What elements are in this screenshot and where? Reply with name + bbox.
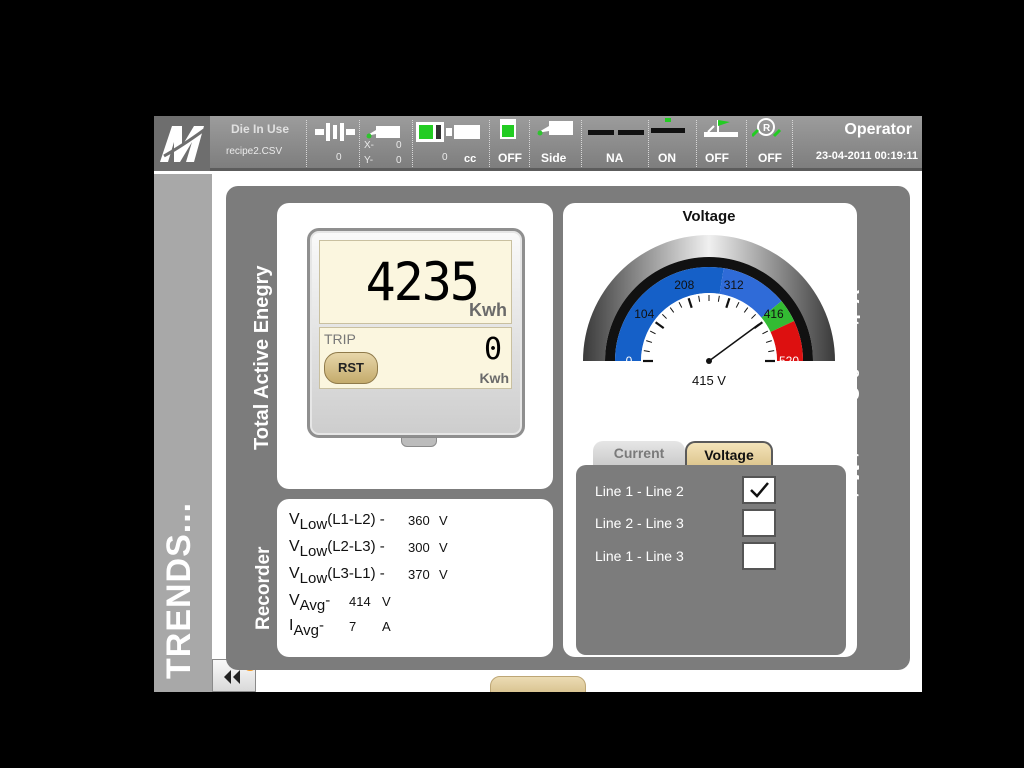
energy-unit: Kwh bbox=[469, 300, 507, 320]
voltage-gauge: 0 104 208 312 416 520 bbox=[583, 235, 835, 368]
hmi-screen: Die In Use recipe2.CSV 0 X- Y- 0 0 0 cc … bbox=[154, 116, 922, 692]
recorder-param: - bbox=[325, 592, 331, 609]
gauge-tick-label: 104 bbox=[634, 307, 654, 321]
energy-display: 4235 Kwh bbox=[319, 240, 512, 324]
user-role[interactable]: Operator bbox=[844, 121, 912, 139]
recorder-subscript: Low bbox=[299, 570, 328, 587]
recipe-file-name[interactable]: recipe2.CSV bbox=[226, 146, 282, 157]
recorder-value: 370 bbox=[408, 567, 430, 582]
recorder-row: VLow(L2-L3) - bbox=[289, 538, 385, 560]
lines-panel: Line 1 - Line 2 Line 2 - Line 3 Line 1 -… bbox=[576, 465, 846, 655]
heater-icon bbox=[651, 118, 685, 141]
recorder-symbol: V bbox=[289, 565, 300, 582]
recorder-param: (L3-L1) - bbox=[327, 565, 385, 582]
recorder-subscript: Avg bbox=[299, 597, 326, 614]
energy-section-label: Total Active Enegry bbox=[251, 265, 273, 451]
robot-icon: R bbox=[750, 118, 782, 143]
checkmark-icon bbox=[750, 482, 769, 498]
gauge-readout: 415 V bbox=[692, 373, 726, 388]
mold-status: NA bbox=[606, 151, 624, 165]
gauge-title: Voltage bbox=[682, 208, 736, 225]
recorder-symbol: V bbox=[289, 511, 300, 528]
feed-mode-status: Side bbox=[541, 151, 567, 165]
cc-unit: cc bbox=[464, 153, 477, 165]
recorder-subscript: Low bbox=[299, 516, 328, 533]
energy-value: 4235 bbox=[365, 251, 480, 313]
recorder-value: 7 bbox=[349, 619, 357, 634]
line-1-2-label: Line 1 - Line 2 bbox=[595, 483, 684, 499]
door-icon bbox=[500, 119, 516, 144]
recorder-unit: V bbox=[439, 567, 448, 582]
recorder-row: VAvg- bbox=[289, 592, 330, 614]
trip-label: TRIP bbox=[324, 331, 356, 347]
recorder-subscript: Low bbox=[299, 543, 328, 560]
mold-line-icon bbox=[588, 125, 644, 143]
reset-button[interactable]: RST bbox=[324, 352, 378, 384]
recorder-symbol: V bbox=[289, 538, 300, 555]
trends-title[interactable]: TRENDS... bbox=[160, 502, 199, 679]
injection-icon bbox=[416, 122, 480, 147]
trip-unit: Kwh bbox=[479, 370, 509, 386]
recorder-row: VLow(L3-L1) - bbox=[289, 565, 385, 587]
recorder-subscript: Avg bbox=[293, 622, 320, 639]
trip-value: 0 bbox=[483, 332, 502, 367]
side-feed-icon bbox=[537, 121, 573, 142]
voltage-box: Voltage 0 104 208 312 416 520 415 V Current V… bbox=[563, 203, 857, 657]
recorder-row: VLow(L1-L2) - bbox=[289, 511, 385, 533]
gauge-tick-label: 208 bbox=[674, 278, 694, 292]
tab-voltage[interactable]: Voltage bbox=[685, 441, 773, 467]
recorder-section-label: Recorder bbox=[253, 546, 274, 630]
die-in-use-label: Die In Use bbox=[231, 122, 290, 136]
gauge-tick-label: 520 bbox=[779, 354, 799, 368]
recorder-unit: V bbox=[382, 594, 391, 609]
robot-status: OFF bbox=[758, 151, 782, 165]
recorder-value: 414 bbox=[349, 594, 371, 609]
recorder-row: IAvg- bbox=[289, 617, 324, 639]
company-logo[interactable] bbox=[154, 116, 210, 171]
cc-value: 0 bbox=[442, 152, 448, 163]
line-1-3-label: Line 1 - Line 3 bbox=[595, 548, 684, 564]
x-axis-label: X- bbox=[364, 140, 374, 151]
recorder-param: (L1-L2) - bbox=[327, 511, 385, 528]
x-axis-value: 0 bbox=[396, 140, 402, 151]
heater-status: ON bbox=[658, 151, 676, 165]
bottom-panel-handle[interactable] bbox=[490, 676, 586, 692]
recorder-param: (L2-L3) - bbox=[327, 538, 385, 555]
conveyor-status: OFF bbox=[705, 151, 729, 165]
svg-text:R: R bbox=[763, 123, 771, 134]
line-1-2-checkbox[interactable] bbox=[742, 476, 776, 504]
side-nav: TRENDS... bbox=[154, 174, 212, 692]
meter-knob bbox=[401, 437, 437, 447]
gauge-tick-label: 312 bbox=[724, 278, 744, 292]
die-icon bbox=[315, 123, 355, 146]
energy-box: 4235 Kwh TRIP 0 Kwh RST bbox=[277, 203, 553, 489]
y-axis-label: Y- bbox=[364, 155, 374, 166]
recorder-unit: V bbox=[439, 513, 448, 528]
gauge-tick-label: 416 bbox=[764, 307, 784, 321]
gauge-tick-label: 0 bbox=[626, 354, 633, 368]
line-1-3-checkbox[interactable] bbox=[742, 542, 776, 570]
recorder-value: 300 bbox=[408, 540, 430, 555]
tab-current[interactable]: Current bbox=[593, 441, 685, 467]
gauge-hub bbox=[706, 358, 712, 364]
status-header: Die In Use recipe2.CSV 0 X- Y- 0 0 0 cc … bbox=[154, 116, 922, 171]
line-2-3-checkbox[interactable] bbox=[742, 509, 776, 537]
conveyor-icon bbox=[704, 118, 740, 143]
trip-display: TRIP 0 Kwh RST bbox=[319, 327, 512, 389]
recorder-symbol: V bbox=[289, 592, 300, 609]
line-2-3-label: Line 2 - Line 3 bbox=[595, 515, 684, 531]
recorder-value: 360 bbox=[408, 513, 430, 528]
die-value: 0 bbox=[336, 152, 342, 163]
y-axis-value: 0 bbox=[396, 155, 402, 166]
date-time: 23-04-2011 00:19:11 bbox=[815, 150, 918, 162]
meter-panel: Total Active Enegry Recorder Voltage & C… bbox=[226, 186, 910, 670]
door-status: OFF bbox=[498, 151, 522, 165]
recorder-box: VLow(L1-L2) -360 V VLow(L2-L3) -300 V VLow(L… bbox=[277, 499, 553, 657]
energy-meter: 4235 Kwh TRIP 0 Kwh RST bbox=[307, 228, 525, 447]
recorder-unit: V bbox=[439, 540, 448, 555]
recorder-param: - bbox=[319, 617, 325, 634]
recorder-unit: A bbox=[382, 619, 391, 634]
